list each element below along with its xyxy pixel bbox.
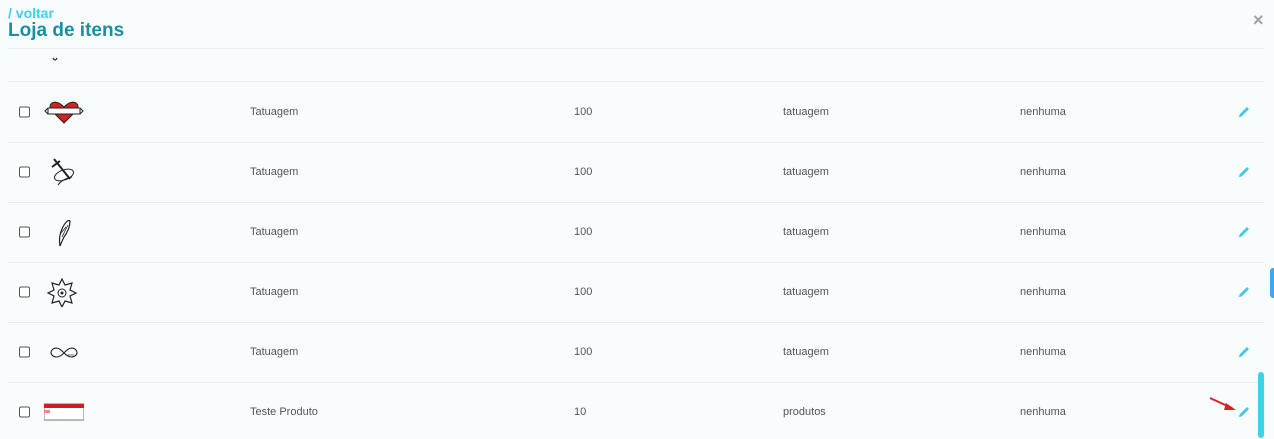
mandala-star-tattoo-icon [46,277,78,307]
row-checkbox[interactable] [19,106,30,118]
item-name: Teste Produto [250,406,318,418]
table-row: Tatuagem 100 tatuagem nenhuma [8,322,1264,383]
item-price: 100 [574,166,593,178]
scrollbar-thumb[interactable] [1258,372,1264,438]
item-name: Tatuagem [250,166,299,178]
item-price: 100 [574,346,593,358]
row-checkbox[interactable] [19,166,30,178]
table-row [8,49,1264,82]
item-requirement: nenhuma [1020,106,1066,118]
item-category: produtos [783,406,826,418]
table-row: Tatuagem 100 tatuagem nenhuma [8,262,1264,323]
feather-tattoo-icon [58,219,71,247]
edit-pencil-icon[interactable] [1236,344,1252,360]
item-name: Tatuagem [250,106,299,118]
item-requirement: nenhuma [1020,226,1066,238]
side-tab-handle[interactable] [1270,268,1274,298]
pointer-arrow-icon [1209,397,1236,410]
tattoo-icon [52,57,58,61]
edit-pencil-icon[interactable] [1236,224,1252,240]
close-button[interactable]: × [1253,10,1264,31]
edit-pencil-icon[interactable] [1236,284,1252,300]
row-checkbox[interactable] [19,346,30,358]
page-title: Loja de itens [8,20,125,41]
item-price: 100 [574,226,593,238]
item-name: Tatuagem [250,286,299,298]
item-category: tatuagem [783,346,829,358]
table-row: Teste Produto 10 produtos nenhuma [8,382,1264,439]
edit-pencil-icon[interactable] [1236,164,1252,180]
item-requirement: nenhuma [1020,286,1066,298]
row-checkbox[interactable] [19,406,30,418]
item-category: tatuagem [783,106,829,118]
infinity-tattoo-icon [50,347,78,358]
item-name: Tatuagem [250,226,299,238]
back-link[interactable]: / voltar [8,5,54,21]
table-row: Tatuagem 100 tatuagem nenhuma [8,202,1264,263]
item-requirement: nenhuma [1020,166,1066,178]
modal-header: / voltar Loja de itens × [0,0,1274,48]
table-row: Tatuagem 100 tatuagem nenhuma [8,82,1264,143]
table-row: Tatuagem 100 tatuagem nenhuma [8,142,1264,203]
items-table: Tatuagem 100 tatuagem nenhuma Tatuagem 1… [8,48,1264,439]
row-checkbox[interactable] [19,226,30,238]
item-requirement: nenhuma [1020,406,1066,418]
heart-tattoo-icon [44,101,84,124]
item-requirement: nenhuma [1020,346,1066,358]
item-name: Tatuagem [250,346,299,358]
item-price: 100 [574,286,593,298]
edit-pencil-icon[interactable] [1236,104,1252,120]
product-banner-icon [44,403,84,421]
row-checkbox[interactable] [19,286,30,298]
item-price: 100 [574,106,593,118]
item-price: 10 [574,406,587,418]
item-category: tatuagem [783,166,829,178]
item-category: tatuagem [783,226,829,238]
dagger-tattoo-icon [51,158,75,186]
item-category: tatuagem [783,286,829,298]
